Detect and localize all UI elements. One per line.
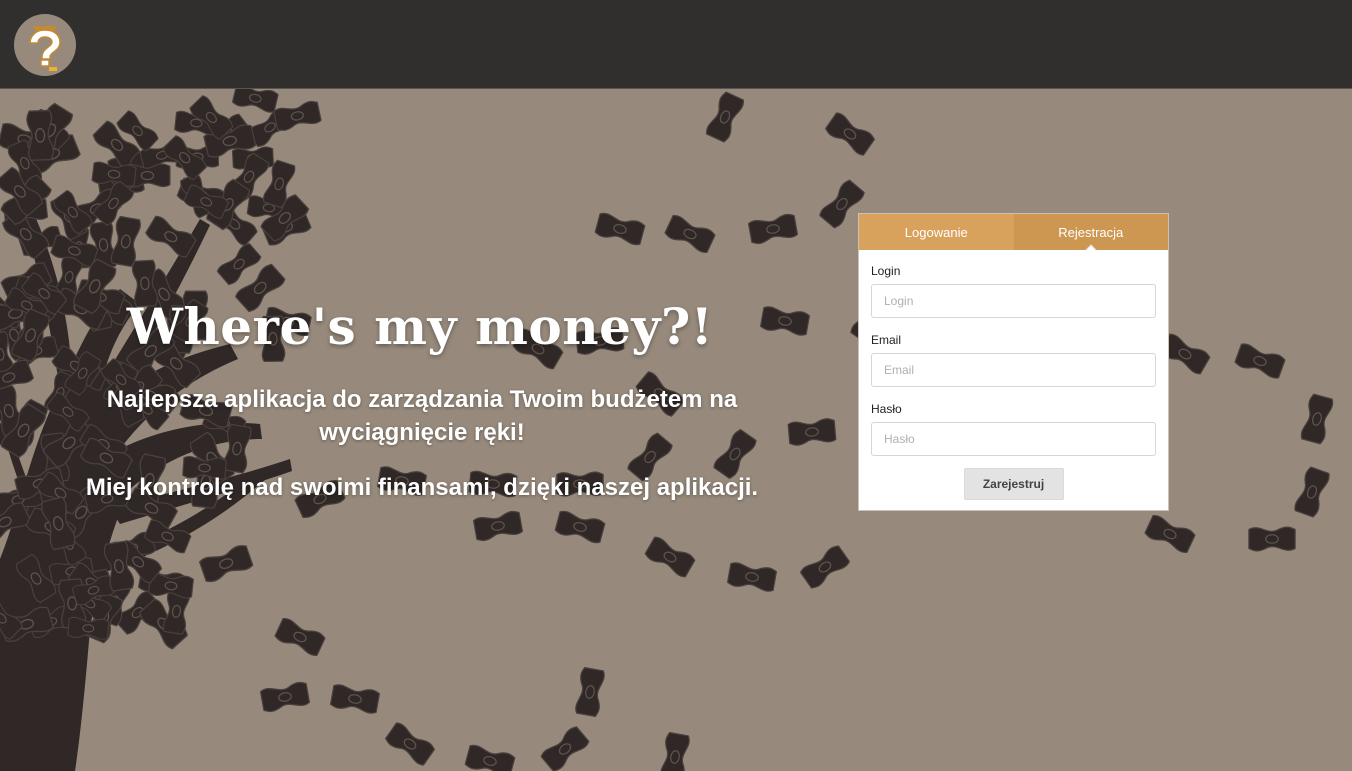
question-mark-bag-icon [29, 26, 61, 71]
banknote [329, 684, 381, 714]
email-input[interactable] [871, 353, 1156, 387]
tab-login[interactable]: Logowanie [859, 214, 1014, 250]
banknote [540, 726, 590, 771]
top-navbar [0, 0, 1352, 89]
auth-panel: Logowanie Rejestracja Login Email Hasło … [858, 213, 1169, 511]
banknote [575, 666, 605, 718]
password-input[interactable] [871, 422, 1156, 456]
banknote [472, 510, 524, 542]
submit-row: Zarejestruj [871, 468, 1156, 500]
password-label: Hasło [871, 402, 902, 416]
banknote [726, 562, 778, 592]
banknote [198, 545, 254, 583]
banknote [231, 89, 279, 113]
banknote [464, 744, 516, 771]
banknote [274, 618, 326, 656]
banknote [384, 722, 436, 766]
tab-register[interactable]: Rejestracja [1013, 214, 1168, 256]
banknote [644, 536, 696, 578]
login-input[interactable] [871, 284, 1156, 318]
banknote [554, 510, 606, 544]
banknote [664, 215, 716, 253]
tagline-secondary: Miej kontrolę nad swoimi finansami, dzię… [85, 474, 759, 501]
tab-register-label: Rejestracja [1058, 224, 1124, 240]
banknote [594, 212, 646, 246]
banknote [747, 213, 799, 245]
tagline-primary: Najlepsza aplikacja do zarządzania Twoim… [106, 386, 738, 446]
banknote [787, 418, 837, 446]
banknote [110, 215, 141, 268]
banknote [706, 91, 744, 143]
banknote [216, 243, 262, 286]
email-label: Email [871, 333, 902, 347]
banknote [1248, 526, 1296, 552]
banknote [145, 215, 197, 258]
banknote [824, 112, 876, 156]
banknote [273, 100, 322, 131]
register-button[interactable]: Zarejestruj [963, 468, 1064, 500]
banknote [1300, 393, 1334, 445]
banknote [1144, 515, 1196, 553]
banknote [799, 545, 851, 589]
registration-form: Login Email Hasło Zarejestruj [859, 250, 1168, 500]
auth-tabs: Logowanie Rejestracja [859, 214, 1168, 256]
page-title: Where's my money?! [126, 297, 714, 356]
banknote [259, 681, 311, 713]
banknote [759, 306, 811, 336]
banknote [1234, 343, 1286, 379]
banknote [1294, 466, 1330, 518]
banknote [660, 731, 690, 771]
login-label: Login [871, 264, 901, 278]
logo[interactable] [14, 14, 76, 76]
